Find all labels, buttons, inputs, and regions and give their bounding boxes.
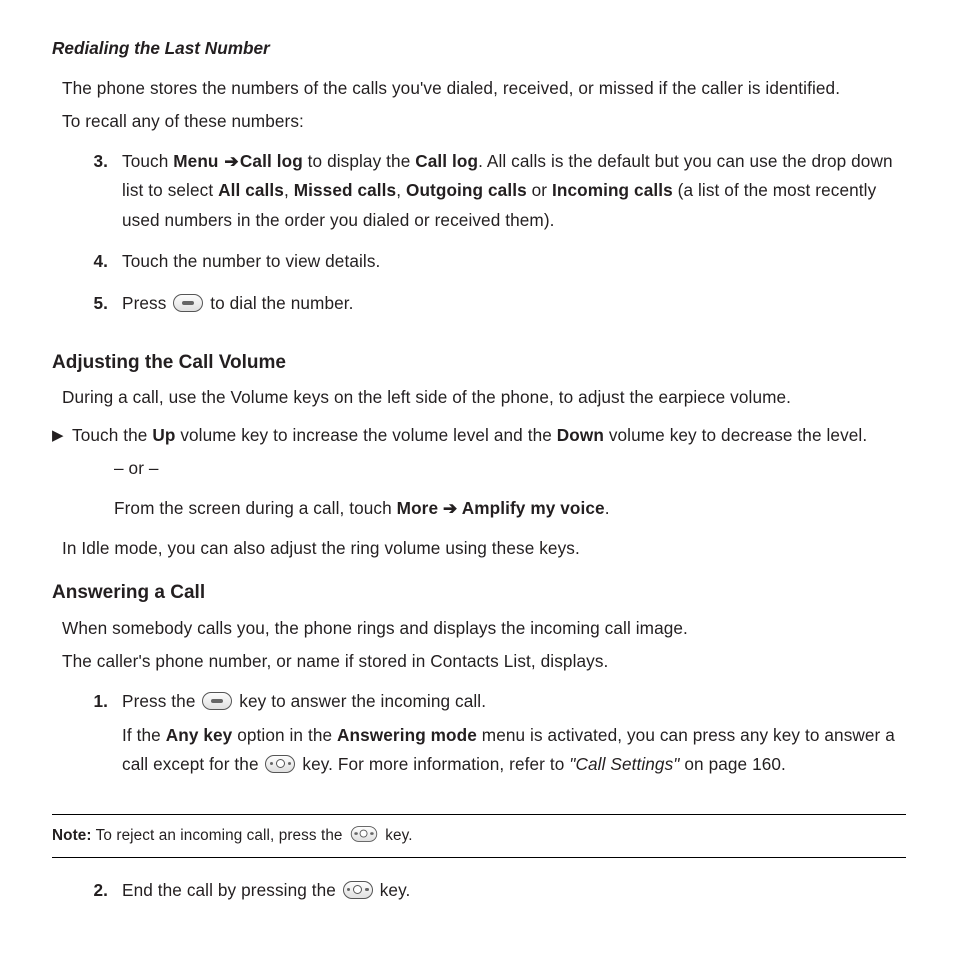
step-marker: 1. — [62, 687, 122, 717]
step-marker: 2. — [62, 876, 122, 906]
volume-intro: During a call, use the Volume keys on th… — [62, 383, 906, 413]
step-1-content: Press the key to answer the incoming cal… — [122, 687, 906, 784]
answer-p1: When somebody calls you, the phone rings… — [62, 614, 906, 644]
answer-p2: The caller's phone number, or name if st… — [62, 647, 906, 677]
note-box: Note: To reject an incoming call, press … — [52, 814, 906, 858]
step-marker: 5. — [62, 289, 122, 319]
send-key-icon — [202, 692, 232, 710]
volume-bullet-list: ▶ Touch the Up volume key to increase th… — [52, 421, 906, 455]
heading-volume: Adjusting the Call Volume — [52, 347, 906, 380]
answer-steps-2: 2. End the call by pressing the key. — [62, 876, 906, 918]
step-marker: 4. — [62, 247, 122, 277]
triangle-bullet-icon: ▶ — [52, 421, 72, 443]
end-key-icon — [351, 826, 377, 842]
manual-page: Redialing the Last Number The phone stor… — [0, 0, 954, 954]
step-marker: 3. — [62, 147, 122, 177]
end-key-icon — [343, 881, 373, 899]
redial-steps: 3. Touch Menu ➔ Call log to display the … — [62, 147, 906, 331]
note-label: Note: — [52, 827, 92, 844]
redial-intro-1: The phone stores the numbers of the call… — [62, 74, 906, 104]
send-key-icon — [173, 294, 203, 312]
page-footer: Call Functions 22 — [52, 924, 906, 954]
redial-intro-2: To recall any of these numbers: — [62, 107, 906, 137]
heading-answer: Answering a Call — [52, 577, 906, 610]
volume-idle: In Idle mode, you can also adjust the ri… — [62, 534, 906, 564]
step-3-content: Touch Menu ➔ Call log to display the Cal… — [122, 147, 906, 240]
answer-steps-1: 1. Press the key to answer the incoming … — [62, 687, 906, 792]
end-key-icon — [265, 755, 295, 773]
step-5-content: Press to dial the number. — [122, 289, 906, 319]
volume-or: – or – — [114, 454, 906, 484]
volume-alt: From the screen during a call, touch Mor… — [114, 494, 906, 524]
step-2-content: End the call by pressing the key. — [122, 876, 906, 910]
heading-redial: Redialing the Last Number — [52, 34, 906, 64]
arrow-icon: ➔ — [223, 147, 240, 177]
step-4-content: Touch the number to view details. — [122, 247, 906, 277]
volume-bullet: Touch the Up volume key to increase the … — [72, 421, 906, 451]
